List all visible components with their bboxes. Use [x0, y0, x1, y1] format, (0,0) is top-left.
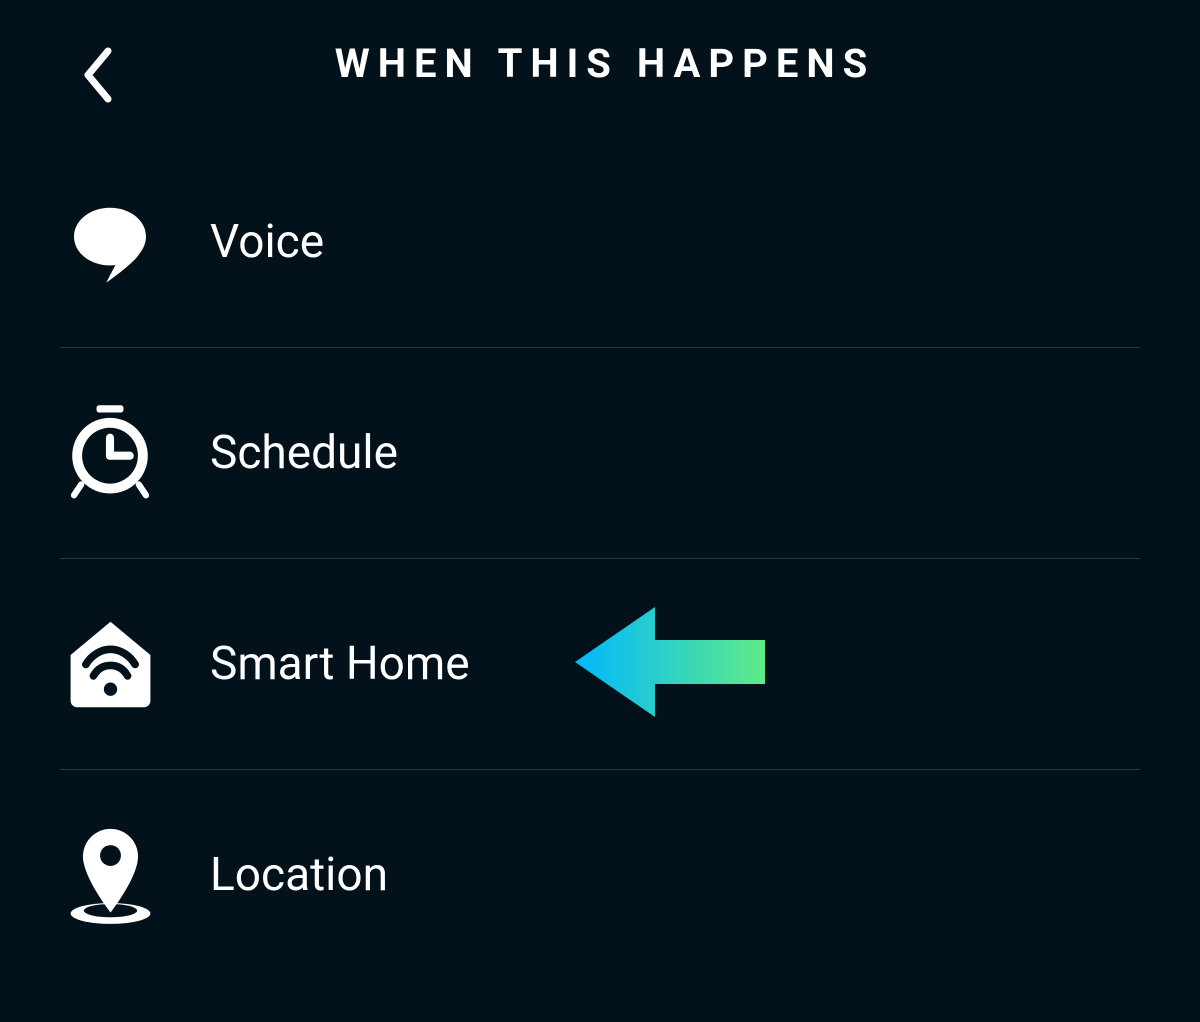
trigger-list: Voice Schedule Smart Home: [0, 137, 1200, 980]
trigger-item-schedule[interactable]: Schedule: [60, 348, 1140, 559]
trigger-item-voice[interactable]: Voice: [60, 137, 1140, 348]
header: WHEN THIS HAPPENS: [0, 0, 1200, 137]
trigger-item-location[interactable]: Location: [60, 770, 1140, 980]
trigger-item-smart-home[interactable]: Smart Home: [60, 559, 1140, 770]
trigger-item-label: Schedule: [210, 426, 398, 480]
trigger-item-label: Location: [210, 848, 388, 902]
location-icon: [60, 825, 160, 925]
trigger-item-label: Smart Home: [210, 637, 470, 691]
schedule-icon: [60, 403, 160, 503]
back-button[interactable]: [80, 45, 116, 109]
voice-icon: [60, 192, 160, 292]
highlight-arrow-icon: [570, 602, 770, 726]
smart-home-icon: [60, 614, 160, 714]
page-title: WHEN THIS HAPPENS: [70, 40, 1140, 87]
chevron-left-icon: [80, 45, 116, 105]
trigger-item-label: Voice: [210, 215, 324, 269]
